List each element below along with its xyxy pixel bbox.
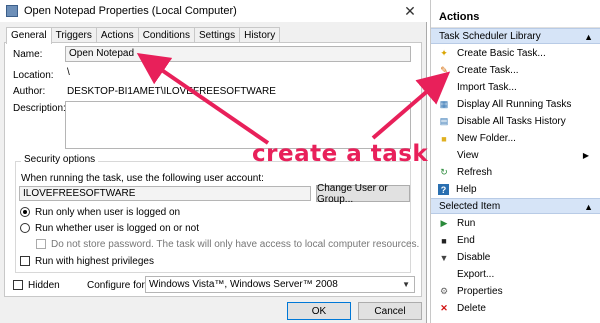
tab-general[interactable]: General [6, 27, 52, 44]
arrow-to-name-field [136, 52, 270, 145]
annotation-create-a-task: create a task [252, 141, 429, 167]
arrow-to-create-task [371, 71, 451, 140]
